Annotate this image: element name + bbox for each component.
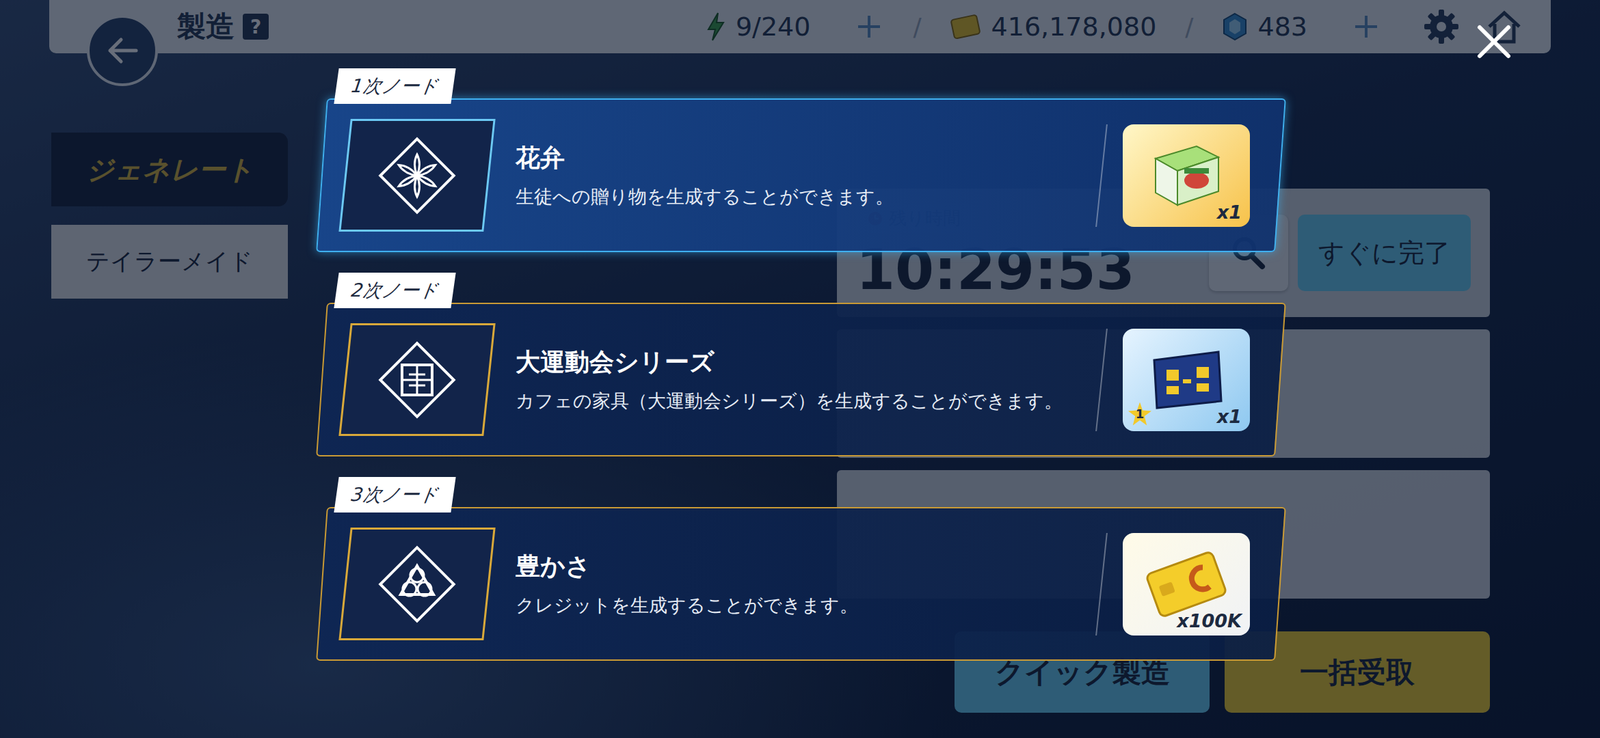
- node-title: 大運動会シリーズ: [515, 345, 1081, 380]
- node-text: 豊かさクレジットを生成することができます。: [515, 550, 1081, 619]
- node-icon-box: [338, 323, 496, 437]
- close-x-icon: [1475, 23, 1513, 61]
- divider: [1095, 124, 1108, 228]
- reward-item[interactable]: x1: [1122, 124, 1250, 228]
- cycle-node-icon: [372, 540, 462, 630]
- node-icon-box: [338, 118, 496, 232]
- close-button[interactable]: [1472, 20, 1516, 65]
- node-card[interactable]: 大運動会シリーズカフェの家具（大運動会シリーズ）を生成することができます。 1 x1: [321, 302, 1281, 457]
- node-list: 1次ノード花弁生徒への贈り物を生成することができます。x12次ノード大運動会シリ…: [0, 0, 1281, 662]
- rank-star-badge: 1: [1128, 402, 1152, 426]
- node-item: 3次ノード豊かさクレジットを生成することができます。 x100K: [321, 477, 1281, 662]
- reward-count: x1: [1217, 406, 1242, 428]
- flower-node-icon: [372, 131, 462, 221]
- node-icon-box: [338, 527, 496, 641]
- reward-item[interactable]: 1 x1: [1122, 328, 1250, 432]
- node-text: 大運動会シリーズカフェの家具（大運動会シリーズ）を生成することができます。: [515, 345, 1081, 414]
- reward-count: x100K: [1176, 610, 1242, 632]
- reward-item[interactable]: x100K: [1122, 533, 1250, 636]
- node-tier-label: 2次ノード: [333, 272, 456, 309]
- node-item: 2次ノード大運動会シリーズカフェの家具（大運動会シリーズ）を生成することができま…: [321, 272, 1281, 457]
- node-description: 生徒への贈り物を生成することができます。: [515, 184, 1081, 210]
- divider: [1095, 533, 1108, 636]
- node-card[interactable]: 豊かさクレジットを生成することができます。 x100K: [321, 507, 1281, 662]
- node-tier-label: 3次ノード: [333, 477, 456, 513]
- node-tier-label: 1次ノード: [333, 68, 456, 104]
- node-card[interactable]: 花弁生徒への贈り物を生成することができます。 x1: [321, 98, 1281, 253]
- node-info-overlay: 1次ノード花弁生徒への贈り物を生成することができます。x12次ノード大運動会シリ…: [0, 0, 1600, 738]
- manufacture-screen: 製造?9/240/416,178,080/483ジェネレートテイラーメイド 残り…: [0, 0, 1600, 738]
- node-text: 花弁生徒への贈り物を生成することができます。: [515, 141, 1081, 210]
- node-description: クレジットを生成することができます。: [515, 593, 1081, 619]
- divider: [1095, 328, 1108, 432]
- node-title: 花弁: [515, 141, 1081, 176]
- node-item: 1次ノード花弁生徒への贈り物を生成することができます。 x1: [321, 68, 1281, 253]
- node-description: カフェの家具（大運動会シリーズ）を生成することができます。: [515, 389, 1081, 414]
- node-title: 豊かさ: [515, 550, 1081, 584]
- reward-count: x1: [1217, 201, 1242, 223]
- grid-node-icon: [372, 335, 462, 425]
